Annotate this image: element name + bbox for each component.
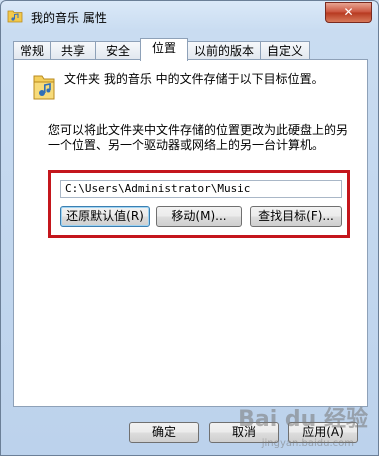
tab-strip: 常规 共享 安全 位置 以前的版本 自定义	[13, 38, 373, 61]
music-folder-icon	[7, 10, 23, 23]
restore-default-button[interactable]: 还原默认值(R)	[60, 206, 150, 227]
move-button[interactable]: 移动(M)...	[156, 206, 242, 227]
tab-sharing[interactable]: 共享	[50, 41, 96, 59]
path-input[interactable]: C:\Users\Administrator\Music	[60, 180, 342, 198]
tab-previous-versions[interactable]: 以前的版本	[187, 41, 261, 59]
tab-general[interactable]: 常规	[13, 41, 51, 59]
location-panel: 文件夹 我的音乐 中的文件存储于以下目标位置。 您可以将此文件夹中文件存储的位置…	[13, 59, 368, 407]
tab-security[interactable]: 安全	[95, 41, 141, 59]
music-folder-icon	[33, 75, 55, 100]
window-title: 我的音乐 属性	[31, 11, 107, 25]
location-description: 文件夹 我的音乐 中的文件存储于以下目标位置。	[64, 72, 324, 86]
title-bar[interactable]: 我的音乐 属性 ✕	[1, 1, 378, 33]
find-target-button[interactable]: 查找目标(F)...	[250, 206, 342, 227]
watermark-logo: Bai du 经验	[238, 407, 368, 432]
close-button[interactable]: ✕	[325, 2, 372, 23]
tab-location[interactable]: 位置	[140, 38, 188, 61]
properties-window: 我的音乐 属性 ✕ 常规 共享 安全 位置 以前的版本 自定义 文件夹 我的音乐…	[0, 0, 379, 456]
watermark-url: jingyan.baidu.com	[261, 438, 354, 449]
tab-customize[interactable]: 自定义	[260, 41, 310, 59]
location-info-text: 您可以将此文件夹中文件存储的位置更改为此硬盘上的另一个位置、另一个驱动器或网络上…	[48, 123, 349, 152]
ok-button[interactable]: 确定	[129, 422, 199, 443]
